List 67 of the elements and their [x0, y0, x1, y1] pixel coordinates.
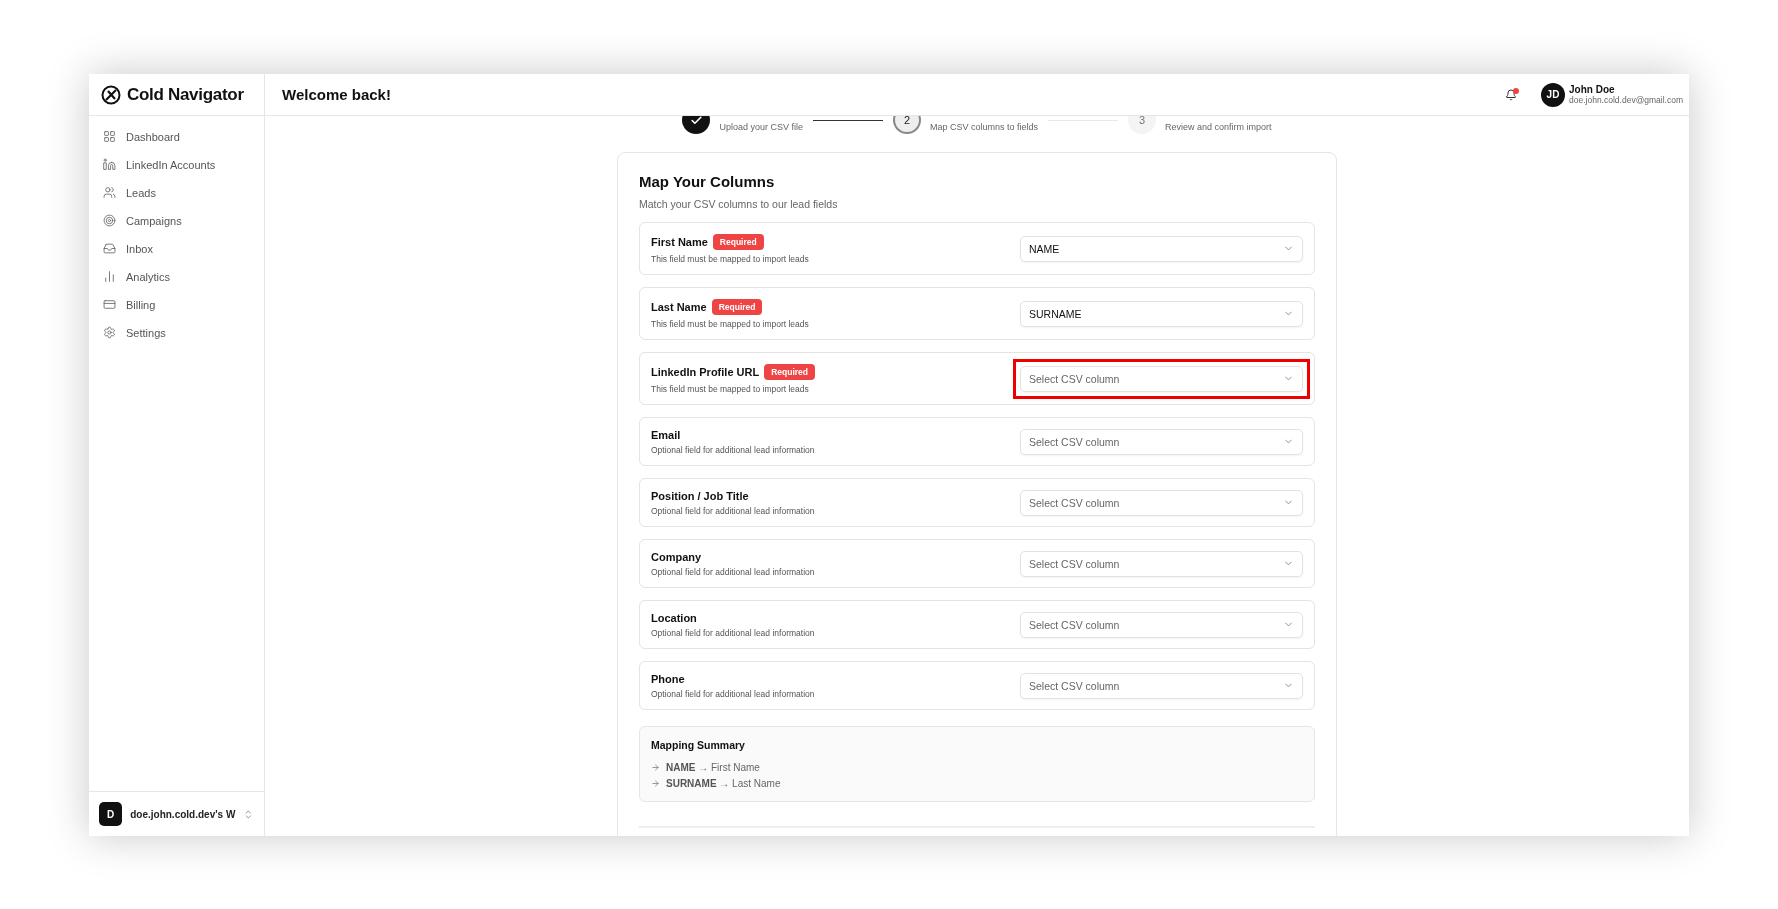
user-email: doe.john.cold.dev@gmail.com	[1569, 95, 1683, 105]
sidebar-item[interactable]: Leads	[103, 182, 250, 203]
sidebar-item[interactable]: Campaigns	[103, 210, 250, 231]
field-hint: Optional field for additional lead information	[651, 566, 815, 577]
step-indicator: 3	[1128, 116, 1156, 134]
sidebar-item[interactable]: Dashboard	[103, 126, 250, 147]
sidebar-item[interactable]: Settings	[103, 322, 250, 343]
arrow-right-icon	[651, 763, 660, 772]
users-icon	[103, 186, 116, 199]
step-description: Review and confirm import	[1165, 122, 1272, 132]
column-select[interactable]: Select CSV column	[1020, 672, 1303, 699]
user-name: John Doe	[1569, 84, 1616, 95]
target-icon	[103, 214, 116, 227]
field-label: Location	[651, 611, 697, 624]
notifications-button[interactable]	[1505, 88, 1517, 101]
required-badge: Required	[764, 363, 816, 380]
summary-item: SURNAME → Last Name	[666, 778, 781, 789]
column-select[interactable]: Select CSV column	[1020, 611, 1303, 638]
arrow-right-icon	[651, 779, 660, 788]
required-badge: Required	[712, 233, 764, 250]
chevrons-icon	[243, 808, 254, 820]
workspace-avatar: D	[99, 802, 123, 826]
summary-item: NAME → First Name	[666, 762, 760, 773]
field-hint: Optional field for additional lead information	[651, 688, 815, 699]
linkedin-icon	[103, 158, 116, 171]
field-hint: This field must be mapped to import leads	[651, 253, 809, 264]
column-select[interactable]: SURNAME	[1020, 300, 1303, 327]
column-select[interactable]: Select CSV column	[1020, 365, 1303, 392]
step-indicator: 2	[892, 116, 921, 134]
field-hint: Optional field for additional lead information	[651, 505, 815, 516]
card-title: Map Your Columns	[639, 173, 776, 190]
field-label: Position / Job Title	[651, 489, 749, 502]
step-description: Map CSV columns to fields	[929, 122, 1038, 132]
column-select[interactable]: NAME	[1020, 235, 1303, 262]
sidebar-item[interactable]: Analytics	[103, 266, 250, 287]
app-name: Cold Navigator	[127, 84, 244, 105]
field-label: Company	[651, 550, 702, 563]
field-hint: This field must be mapped to import leads	[651, 383, 810, 394]
sidebar-item[interactable]: Inbox	[103, 238, 250, 259]
user-avatar: JD	[1541, 82, 1565, 107]
sidebar-item[interactable]: Billing	[103, 294, 250, 315]
card-subtitle: Match your CSV columns to our lead fields	[639, 198, 839, 210]
field-label: First Name	[651, 235, 708, 248]
field-label: Email	[651, 428, 681, 441]
grid-icon	[103, 130, 116, 143]
summary-title: Mapping Summary	[651, 739, 746, 751]
workspace-switcher[interactable]: D doe.john.cold.dev's W	[89, 791, 264, 836]
field-label: Phone	[651, 672, 685, 685]
required-badge: Required	[711, 298, 763, 315]
field-hint: Optional field for additional lead information	[651, 444, 815, 455]
column-select[interactable]: Select CSV column	[1020, 550, 1303, 577]
settings-icon	[103, 326, 116, 339]
field-label: LinkedIn Profile URL	[651, 365, 760, 378]
logo-icon	[101, 84, 121, 105]
step-description: Upload your CSV file	[719, 122, 803, 132]
field-hint: This field must be mapped to import leads	[651, 318, 809, 329]
column-select[interactable]: Select CSV column	[1020, 489, 1303, 516]
inbox-icon	[103, 242, 116, 255]
sidebar-item[interactable]: LinkedIn Accounts	[103, 154, 250, 175]
page-title: Welcome back!	[282, 86, 392, 103]
column-select[interactable]: Select CSV column	[1020, 428, 1303, 455]
bar-chart-icon	[103, 270, 116, 283]
workspace-name: doe.john.cold.dev's W	[130, 808, 236, 820]
credit-card-icon	[103, 298, 116, 311]
field-hint: Optional field for additional lead information	[651, 627, 815, 638]
field-label: Last Name	[651, 300, 707, 313]
bell-icon	[1505, 88, 1517, 101]
